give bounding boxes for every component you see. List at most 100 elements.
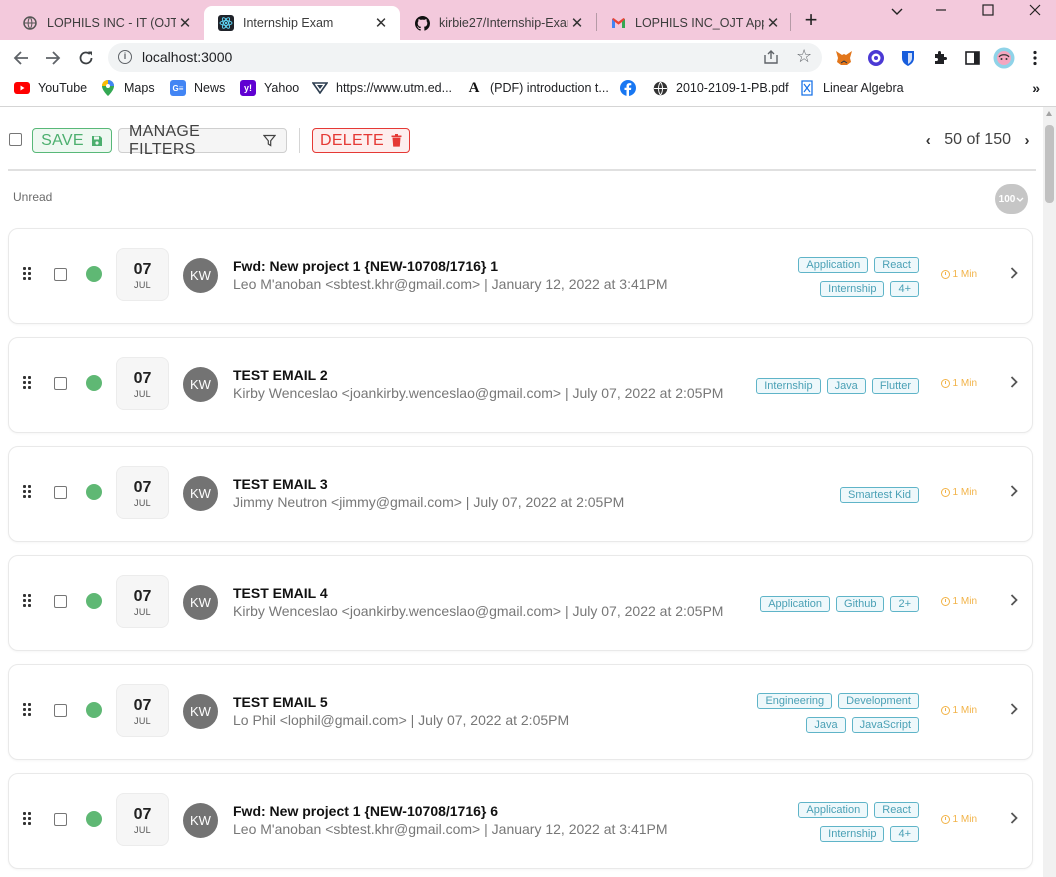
- tag-chip[interactable]: Application: [798, 802, 869, 818]
- bookmark-facebook[interactable]: [620, 80, 644, 96]
- tag-chip[interactable]: Java: [806, 717, 846, 733]
- email-card[interactable]: 07 JUL KW TEST EMAIL 4 Kirby Wenceslao <…: [8, 555, 1033, 651]
- bookmarks-overflow-icon[interactable]: »: [1032, 80, 1040, 96]
- tag-chip[interactable]: 4+: [890, 826, 919, 842]
- email-select-checkbox[interactable]: [54, 486, 67, 499]
- tag-chip[interactable]: Internship: [820, 281, 885, 297]
- open-email-chevron-icon[interactable]: [1010, 593, 1018, 611]
- close-icon[interactable]: ✕: [176, 14, 194, 32]
- bookmark-utm[interactable]: https://www.utm.ed...: [312, 80, 452, 96]
- drag-handle-icon[interactable]: [23, 267, 33, 281]
- bookmark-yahoo[interactable]: y! Yahoo: [240, 80, 299, 96]
- open-email-chevron-icon[interactable]: [1010, 811, 1018, 829]
- email-select-checkbox[interactable]: [54, 377, 67, 390]
- bookmark-pdf-introduction[interactable]: A (PDF) introduction t...: [466, 80, 609, 96]
- tag-chip[interactable]: Flutter: [871, 378, 919, 394]
- email-select-checkbox[interactable]: [54, 813, 67, 826]
- tag-chip[interactable]: 2+: [890, 596, 919, 612]
- tag-chip[interactable]: Github: [836, 596, 885, 612]
- read-time-text: 1 Min: [952, 269, 977, 280]
- tag-chip[interactable]: Application: [760, 596, 831, 612]
- tag-chip[interactable]: Engineering: [757, 693, 833, 709]
- tag-chip[interactable]: Internship: [820, 826, 885, 842]
- bitwarden-icon[interactable]: [899, 49, 917, 67]
- open-email-chevron-icon[interactable]: [1010, 484, 1018, 502]
- browser-tab-strip: LOPHILS INC - IT (OJT) - ✕ Internship Ex…: [0, 0, 1056, 40]
- utm-icon: [312, 80, 328, 96]
- tag-chip[interactable]: Java: [826, 378, 866, 394]
- email-select-checkbox[interactable]: [54, 268, 67, 281]
- tag-chip[interactable]: Application: [798, 257, 869, 273]
- minimize-icon[interactable]: [918, 3, 964, 21]
- page-scrollbar[interactable]: [1043, 107, 1056, 877]
- bookmark-linear-algebra[interactable]: Linear Algebra: [799, 80, 904, 96]
- bookmark-maps[interactable]: Maps: [100, 80, 155, 96]
- open-email-chevron-icon[interactable]: [1010, 702, 1018, 720]
- browser-tab-github-repo[interactable]: kirbie27/Internship-Exam ✕: [400, 6, 596, 40]
- open-email-chevron-icon[interactable]: [1010, 375, 1018, 393]
- gmail-icon: [610, 15, 626, 31]
- drag-handle-icon[interactable]: [23, 594, 33, 608]
- scrollbar-thumb[interactable]: [1045, 125, 1054, 203]
- close-icon[interactable]: ✕: [764, 14, 782, 32]
- email-card[interactable]: 07 JUL KW Fwd: New project 1 {NEW-10708/…: [8, 773, 1033, 869]
- tab-search-chevron-icon[interactable]: [874, 3, 920, 21]
- email-select-checkbox[interactable]: [54, 595, 67, 608]
- forward-arrow-icon[interactable]: [41, 46, 65, 70]
- address-bar[interactable]: i localhost:3000 ☆: [108, 43, 822, 72]
- page-size-select[interactable]: 100: [995, 184, 1028, 214]
- tag-chip[interactable]: 4+: [890, 281, 919, 297]
- close-icon[interactable]: ✕: [568, 14, 586, 32]
- drag-handle-icon[interactable]: [23, 485, 33, 499]
- tag-chip[interactable]: JavaScript: [851, 717, 919, 733]
- side-panel-icon[interactable]: [963, 49, 981, 67]
- tag-chip[interactable]: React: [874, 257, 919, 273]
- email-card[interactable]: 07 JUL KW TEST EMAIL 3 Jimmy Neutron <ji…: [8, 446, 1033, 542]
- bookmark-youtube[interactable]: YouTube: [14, 80, 87, 96]
- share-icon[interactable]: [763, 49, 779, 68]
- email-select-checkbox[interactable]: [54, 704, 67, 717]
- browser-tab-lophils-ojt[interactable]: LOPHILS INC - IT (OJT) - ✕: [8, 6, 204, 40]
- delete-button[interactable]: DELETE: [312, 128, 410, 153]
- tag-row: Internship 4+: [820, 281, 919, 297]
- email-card[interactable]: 07 JUL KW Fwd: New project 1 {NEW-10708/…: [8, 228, 1033, 324]
- bookmark-news[interactable]: G≡ News: [170, 80, 225, 96]
- metamask-extension-icon[interactable]: [835, 49, 853, 67]
- browser-tab-internship-exam[interactable]: Internship Exam ✕: [204, 6, 400, 40]
- tag-list: Application React Internship 4+: [798, 774, 919, 870]
- site-info-icon[interactable]: i: [118, 50, 132, 64]
- bookmark-star-icon[interactable]: ☆: [796, 46, 812, 67]
- maximize-icon[interactable]: [965, 3, 1011, 21]
- back-arrow-icon[interactable]: [9, 46, 33, 70]
- scroll-up-arrow-icon[interactable]: [1046, 111, 1052, 116]
- save-button[interactable]: SAVE: [32, 128, 112, 153]
- browser-menu-icon[interactable]: [1026, 49, 1044, 67]
- read-time: 1 Min: [940, 705, 977, 716]
- open-email-chevron-icon[interactable]: [1010, 266, 1018, 284]
- bookmark-pdf-file[interactable]: 2010-2109-1-PB.pdf: [652, 80, 789, 96]
- profile-avatar[interactable]: [993, 47, 1015, 69]
- select-all-checkbox[interactable]: [9, 133, 22, 146]
- tag-chip[interactable]: Internship: [756, 378, 821, 394]
- drag-handle-icon[interactable]: [23, 703, 33, 717]
- date-badge: 07 JUL: [116, 466, 169, 519]
- tag-chip[interactable]: Development: [838, 693, 919, 709]
- extensions-puzzle-icon[interactable]: [931, 49, 949, 67]
- tag-chip[interactable]: Smartest Kid: [840, 487, 919, 503]
- manage-filters-button[interactable]: MANAGE FILTERS: [118, 123, 287, 158]
- next-page-chevron-icon[interactable]: ›: [1019, 132, 1035, 149]
- previous-page-chevron-icon[interactable]: ‹: [920, 132, 936, 149]
- window-close-icon[interactable]: [1012, 3, 1056, 21]
- drag-handle-icon[interactable]: [23, 376, 33, 390]
- extension-face-icon[interactable]: [867, 49, 885, 67]
- email-card[interactable]: 07 JUL KW TEST EMAIL 2 Kirby Wenceslao <…: [8, 337, 1033, 433]
- browser-tab-gmail[interactable]: LOPHILS INC_OJT Applic ✕: [596, 6, 792, 40]
- drag-handle-icon[interactable]: [23, 812, 33, 826]
- new-tab-button[interactable]: +: [800, 9, 822, 33]
- tag-chip[interactable]: React: [874, 802, 919, 818]
- reload-icon[interactable]: [74, 46, 98, 70]
- read-time: 1 Min: [940, 814, 977, 825]
- close-icon[interactable]: ✕: [372, 14, 390, 32]
- clock-icon: [940, 597, 950, 606]
- email-card[interactable]: 07 JUL KW TEST EMAIL 5 Lo Phil <lophil@g…: [8, 664, 1033, 760]
